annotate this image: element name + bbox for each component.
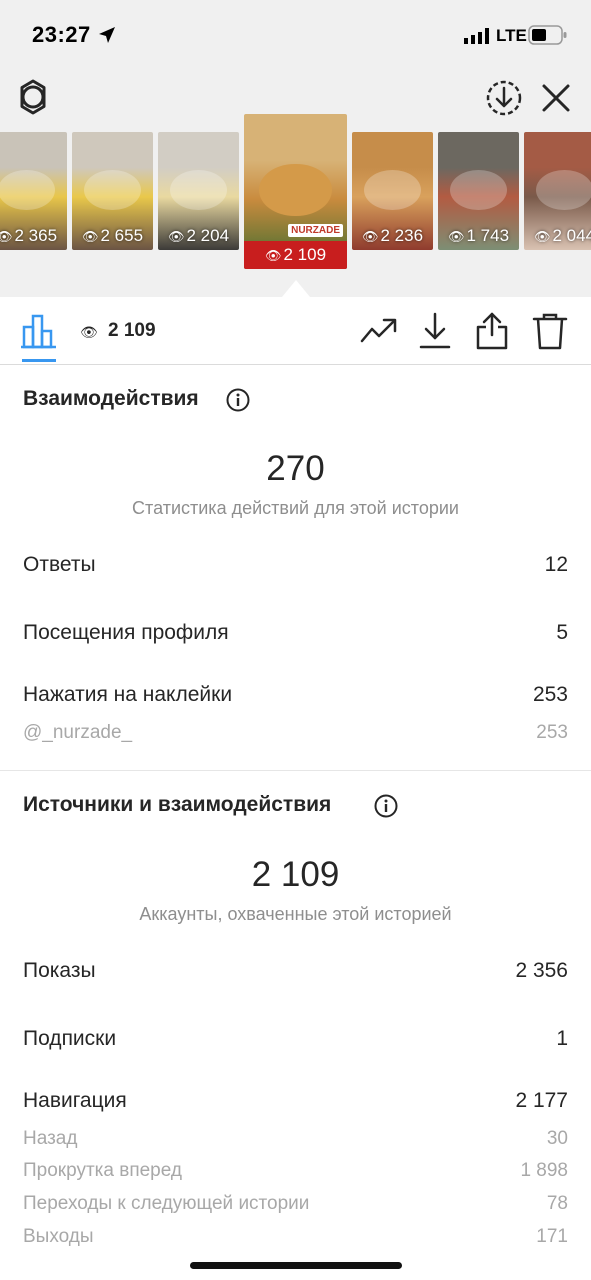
stat-value: 171 (536, 1226, 568, 1247)
thumbnail-views-count: 1 743 (466, 226, 510, 245)
stat-label: Нажатия на наклейки (23, 683, 233, 706)
stat-value: 1 898 (520, 1160, 568, 1181)
thumbnail-views-count: 2 044 (552, 226, 591, 245)
eye-icon: 👁 (533, 229, 551, 244)
story-thumbnails: 👁 2 365 👁 2 655 👁 2 204 NURZADE 👁 2 109 👁 2 236 👁 1 … (0, 114, 591, 274)
eye-icon: 👁 (361, 229, 379, 244)
thumbnail-image (450, 169, 507, 210)
thumbnail-views: 👁 1 743 (438, 226, 519, 246)
stat-value: 12 (544, 553, 568, 576)
stat-label: Навигация (23, 1089, 127, 1112)
thumbnail-image (536, 169, 591, 210)
thumbnail-views: 👁 2 365 (0, 226, 67, 246)
stat-label: Посещения профиля (23, 621, 229, 644)
status-bar: 23:27 LTE (0, 0, 591, 70)
thumbnail-image (170, 169, 227, 210)
stat-value: 30 (546, 1128, 568, 1149)
location-arrow-icon (99, 27, 115, 43)
stat-row-navigation: Навигация 2 177 (23, 1089, 568, 1113)
active-tab-indicator (22, 359, 56, 362)
story-thumbnail-active[interactable]: NURZADE 👁 2 109 (244, 114, 347, 269)
info-icon[interactable] (374, 794, 398, 818)
thumbnail-views-count: 2 655 (100, 226, 144, 245)
stat-value: 2 177 (515, 1089, 568, 1112)
stat-subrow-back: Назад 30 (23, 1128, 568, 1150)
thumbnail-image (0, 169, 55, 210)
story-thumbnail[interactable]: 👁 2 655 (72, 132, 153, 250)
eye-icon: 👁 (167, 229, 185, 244)
eye-icon: 👁 (447, 229, 465, 244)
stat-value: 5 (556, 621, 568, 644)
stat-label: Назад (23, 1128, 78, 1149)
thumbnail-views: 👁 2 236 (352, 226, 433, 246)
stat-value: 78 (546, 1193, 568, 1214)
active-story-pointer (282, 280, 310, 297)
stat-row-profile-visits: Посещения профиля 5 (23, 621, 568, 645)
thumbnail-badge: NURZADE (288, 224, 343, 237)
status-time: 23:27 (32, 22, 91, 47)
sources-title: Источники и взаимодействия (23, 793, 332, 816)
trending-icon[interactable] (360, 315, 398, 347)
info-icon[interactable] (226, 388, 250, 412)
eye-icon: 👁 (81, 229, 99, 244)
bar-chart-icon[interactable] (21, 313, 57, 349)
thumbnail-views: 👁 2 109 (244, 241, 347, 269)
thumbnail-views: 👁 2 044 (524, 226, 591, 246)
sources-caption: Аккаунты, охваченные этой историей (139, 904, 452, 924)
section-divider (0, 770, 591, 771)
battery-icon (528, 25, 567, 45)
stat-label: @_nurzade_ (23, 722, 133, 743)
stat-label: Прокрутка вперед (23, 1160, 182, 1181)
interactions-total: 270 (266, 449, 325, 488)
thumbnail-image (259, 163, 332, 217)
stat-subrow-forward: Прокрутка вперед 1 898 (23, 1160, 568, 1182)
stat-label: Выходы (23, 1226, 94, 1247)
stat-row-replies: Ответы 12 (23, 553, 568, 577)
thumbnail-views-count: 2 365 (14, 226, 58, 245)
sources-total: 2 109 (251, 855, 340, 894)
signal-icon (464, 28, 489, 44)
stat-value: 2 356 (515, 959, 568, 982)
stat-label: Подписки (23, 1027, 117, 1050)
network-type: LTE (496, 26, 527, 45)
interactions-caption: Статистика действий для этой истории (132, 498, 459, 518)
thumbnail-views-count: 2 109 (283, 245, 327, 264)
stat-value: 1 (556, 1027, 568, 1050)
story-thumbnail[interactable]: 👁 2 365 (0, 132, 67, 250)
stat-value: 253 (536, 722, 568, 743)
download-icon[interactable] (419, 312, 451, 350)
thumbnail-image (364, 169, 421, 210)
download-circle-icon[interactable] (485, 79, 523, 117)
story-thumbnail[interactable]: 👁 2 044 (524, 132, 591, 250)
story-thumbnail[interactable]: 👁 2 236 (352, 132, 433, 250)
stat-row-follows: Подписки 1 (23, 1027, 568, 1051)
stat-subrow-next-story: Переходы к следующей истории 78 (23, 1193, 568, 1215)
eye-icon: 👁 (264, 248, 282, 263)
eye-icon: 👁 (0, 229, 13, 244)
stat-label: Переходы к следующей истории (23, 1193, 310, 1214)
trash-icon[interactable] (532, 312, 568, 350)
thumbnail-views: 👁 2 204 (158, 226, 239, 246)
eye-icon: 👁 (80, 324, 98, 340)
thumbnail-views-count: 2 236 (380, 226, 424, 245)
stats-toolbar: 👁 2 109 (0, 297, 591, 365)
stat-row-impressions: Показы 2 356 (23, 959, 568, 983)
interactions-title: Взаимодействия (23, 387, 199, 410)
stat-label: Показы (23, 959, 96, 982)
share-icon[interactable] (475, 311, 509, 351)
thumbnail-views-count: 2 204 (186, 226, 230, 245)
story-thumbnail[interactable]: 👁 1 743 (438, 132, 519, 250)
thumbnail-views: 👁 2 655 (72, 226, 153, 246)
thumbnail-image (84, 169, 141, 210)
home-indicator (190, 1262, 402, 1269)
stat-subrow-mention: @_nurzade_ 253 (23, 722, 568, 744)
close-icon[interactable] (540, 82, 572, 114)
stat-row-sticker-taps: Нажатия на наклейки 253 (23, 683, 568, 707)
settings-icon[interactable] (14, 78, 52, 116)
stat-subrow-exits: Выходы 171 (23, 1226, 568, 1248)
story-thumbnail[interactable]: 👁 2 204 (158, 132, 239, 250)
stat-label: Ответы (23, 553, 96, 576)
stat-value: 253 (532, 683, 568, 706)
story-views-count: 2 109 (108, 320, 156, 341)
